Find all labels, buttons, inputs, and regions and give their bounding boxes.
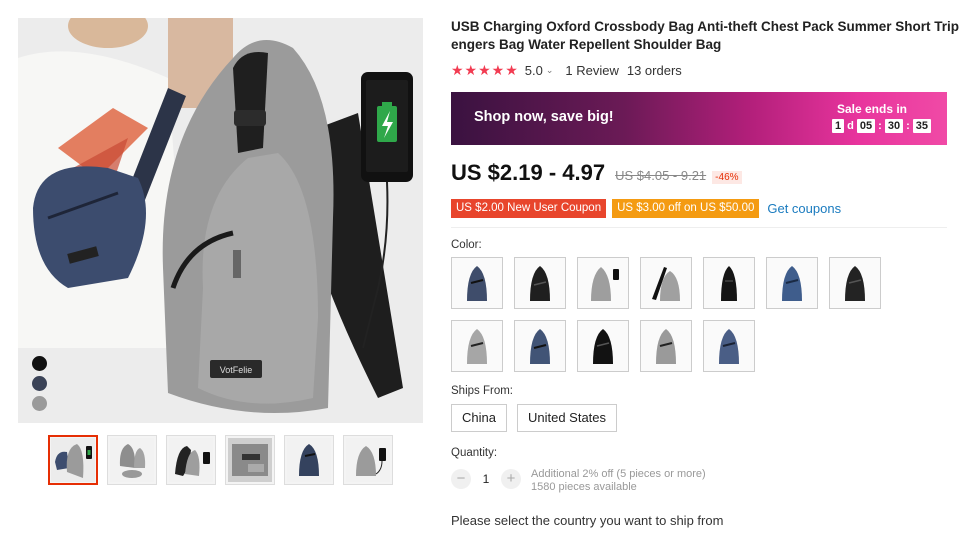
swatch-black	[32, 356, 47, 371]
rating-row: ★★★★★ 5.0 ⌄ 1 Review 13 orders	[451, 61, 947, 79]
color-option-navy-2[interactable]	[703, 320, 755, 372]
thumbnail-strip	[48, 435, 393, 485]
rating-score[interactable]: 5.0	[525, 63, 543, 78]
thumbnail-2[interactable]	[107, 435, 157, 485]
color-option-gray-usb[interactable]	[577, 257, 629, 309]
bag-thumbnail	[467, 266, 487, 301]
ship-country-note: Please select the country you want to sh…	[451, 513, 724, 528]
product-title-line-1: USB Charging Oxford Crossbody Bag Anti-t…	[451, 19, 961, 34]
color-option-black-3[interactable]	[577, 320, 629, 372]
quantity-label: Quantity:	[451, 447, 498, 459]
countdown-hours: 05	[856, 119, 876, 133]
thumbnail-5[interactable]	[284, 435, 334, 485]
order-count: 13 orders	[626, 62, 682, 78]
product-photo: VotFelie	[18, 18, 423, 423]
color-option-black-slim[interactable]	[703, 257, 755, 309]
star-rating-icon: ★★★★★	[451, 61, 519, 78]
color-dots	[32, 356, 47, 416]
price-row: US $2.19 - 4.97 US $4.05 - 9.21 -46%	[451, 160, 947, 186]
product-info: USB Charging Oxford Crossbody Bag Anti-t…	[451, 18, 961, 528]
bag-thumbnail	[467, 329, 487, 364]
color-option-blue[interactable]	[766, 257, 818, 309]
quantity-info: Additional 2% off (5 pieces or more) 158…	[531, 468, 706, 494]
thumbnail-4[interactable]	[225, 435, 275, 485]
bag-thumbnail	[721, 266, 737, 301]
thumbnail-1[interactable]	[48, 435, 98, 485]
bag-thumbnail	[652, 267, 680, 301]
get-coupons-link[interactable]: Get coupons	[767, 201, 841, 216]
color-options	[451, 257, 947, 372]
countdown-seconds: 35	[912, 119, 931, 133]
thumbnail-image	[169, 438, 213, 482]
divider	[451, 227, 947, 228]
bag-logo-text: VotFelie	[220, 365, 253, 375]
quantity-stepper: − 1 + Additional 2% off (5 pieces or mor…	[451, 468, 947, 494]
sale-ends-label: Sale ends in	[836, 102, 907, 116]
review-count-link[interactable]: 1 Review	[565, 63, 618, 78]
coupon-row: US $2.00 New User Coupon US $3.00 off on…	[451, 199, 947, 218]
countdown-separator: :	[878, 120, 882, 132]
bag-thumbnail	[782, 266, 802, 301]
thumbnail-image	[228, 438, 272, 482]
thumbnail-image	[346, 438, 390, 482]
countdown-timer: 1 d 05 : 30 : 35	[832, 119, 931, 133]
thumbnail-image	[51, 438, 95, 482]
thumbnail-image	[110, 438, 154, 482]
main-product-image[interactable]: VotFelie	[18, 18, 423, 423]
color-option-blue-2[interactable]	[514, 320, 566, 372]
banner-promo-text: Shop now, save big!	[474, 109, 614, 125]
ship-option-united-states[interactable]: United States	[516, 404, 618, 432]
color-option-gray-3[interactable]	[640, 320, 692, 372]
quantity-decrease-button[interactable]: −	[451, 469, 471, 489]
countdown-separator: :	[906, 120, 910, 132]
ship-option-china[interactable]: China	[451, 404, 507, 432]
thumbnail-3[interactable]	[166, 435, 216, 485]
thumbnail-6[interactable]	[343, 435, 393, 485]
bag-thumbnail	[656, 329, 676, 364]
discount-badge: -46%	[712, 171, 742, 184]
bag-thumbnail	[593, 329, 613, 364]
bag-thumbnail	[719, 329, 739, 364]
thumbnail-image	[287, 438, 331, 482]
store-coupon[interactable]: US $3.00 off on US $50.00	[612, 199, 760, 218]
product-title: USB Charging Oxford Crossbody Bag Anti-t…	[451, 18, 961, 54]
swatch-navy	[32, 376, 47, 391]
color-option-gray-2[interactable]	[451, 320, 503, 372]
countdown-days-unit: d	[847, 120, 854, 132]
chevron-down-icon[interactable]: ⌄	[546, 65, 554, 76]
current-price: US $2.19 - 4.97	[451, 160, 606, 185]
quantity-increase-button[interactable]: +	[501, 469, 521, 489]
ships-from-label: Ships From:	[451, 385, 513, 397]
new-user-coupon[interactable]: US $2.00 New User Coupon	[451, 199, 607, 218]
swatch-gray	[32, 396, 47, 411]
product-title-line-2: engers Bag Water Repellent Shoulder Bag	[451, 37, 722, 52]
sale-banner[interactable]: Shop now, save big! Sale ends in 1 d 05 …	[451, 92, 947, 145]
quantity-input[interactable]: 1	[471, 468, 501, 490]
color-option-black-2[interactable]	[829, 257, 881, 309]
bag-thumbnail	[530, 266, 550, 301]
color-label: Color:	[451, 239, 482, 251]
bag-thumbnail	[845, 266, 865, 301]
countdown-days: 1	[832, 119, 845, 133]
color-option-black[interactable]	[514, 257, 566, 309]
countdown-minutes: 30	[884, 119, 904, 133]
color-option-navy[interactable]	[451, 257, 503, 309]
color-option-gray-detail[interactable]	[640, 257, 692, 309]
stock-available: 1580 pieces available	[531, 481, 637, 493]
bulk-discount-note: Additional 2% off (5 pieces or more)	[531, 468, 706, 480]
bag-thumbnail	[530, 329, 550, 364]
bag-thumbnail	[591, 267, 619, 301]
original-price: US $4.05 - 9.21	[615, 168, 707, 183]
ships-from-options: China United States	[451, 404, 947, 432]
